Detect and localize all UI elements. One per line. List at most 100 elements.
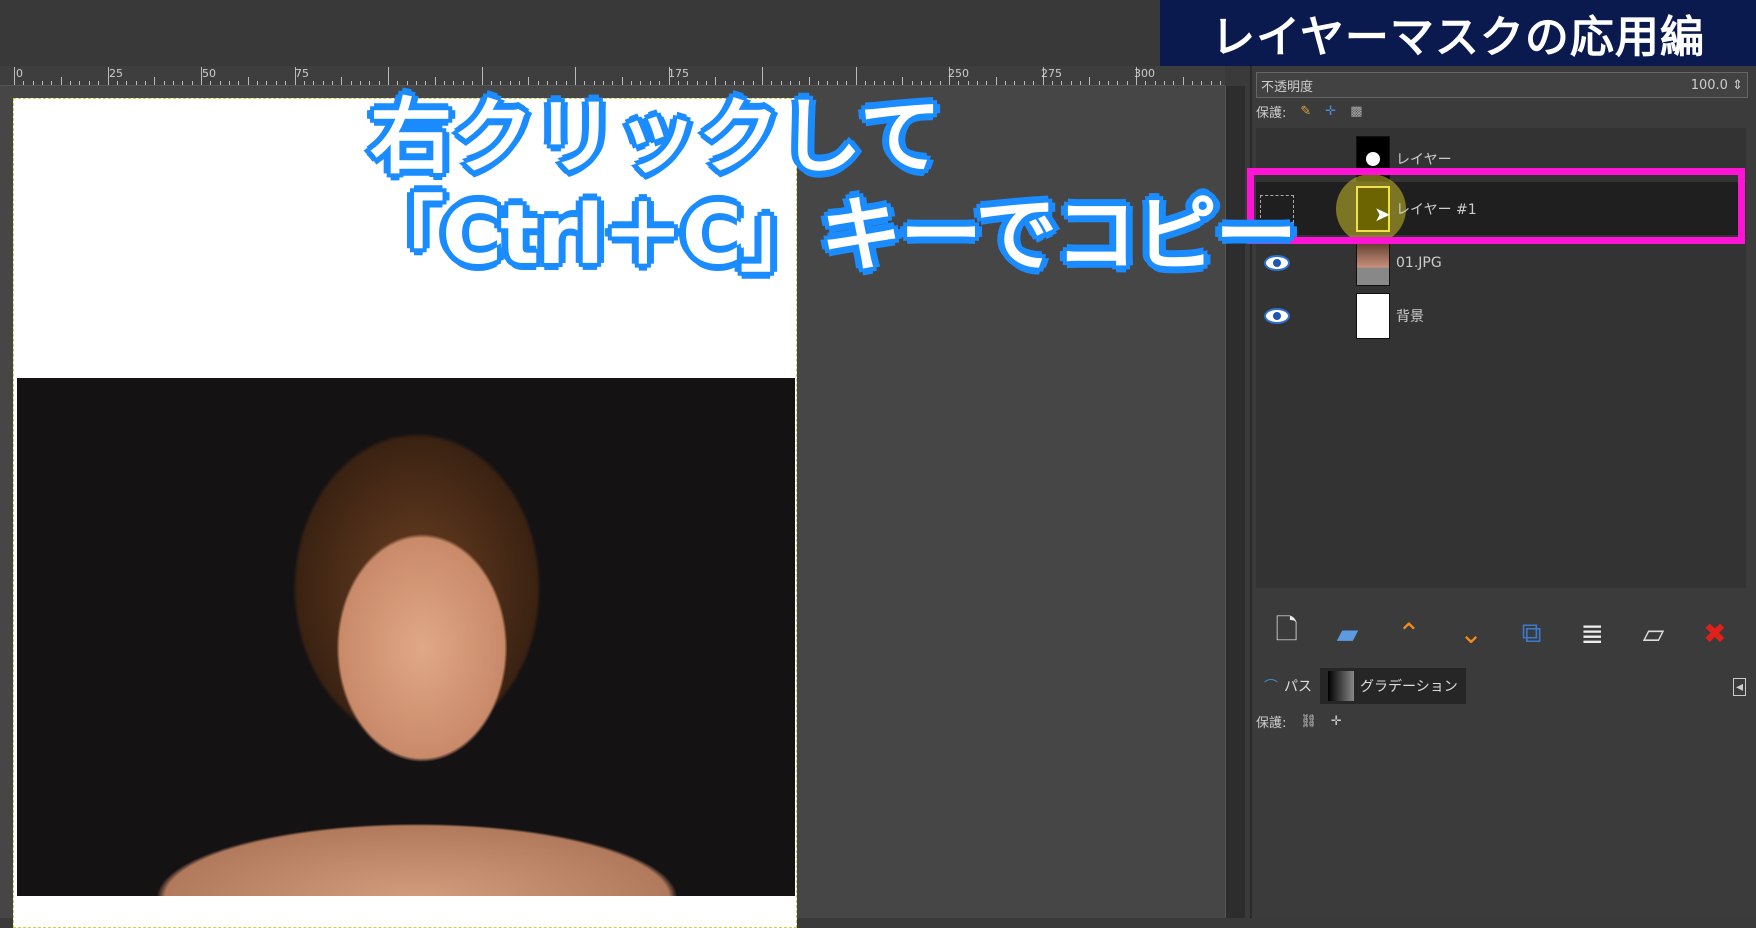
delete-layer-icon[interactable]: ✖ bbox=[1703, 617, 1726, 650]
protect-label: 保護: bbox=[1256, 716, 1287, 731]
layer-buttons: 🗋 ▰ ⌃ ⌄ ⧉ ≣ ▱ ✖ bbox=[1256, 608, 1746, 658]
layer-name: レイヤー bbox=[1396, 151, 1452, 168]
lock-position-icon[interactable]: ✛ bbox=[1325, 104, 1336, 119]
paths-lock-row: 保護: ⛓ ✛ bbox=[1256, 712, 1342, 731]
opacity-spinner[interactable]: 不透明度 100.0 ⇕ bbox=[1256, 72, 1748, 98]
ruler-tick bbox=[322, 81, 324, 85]
ruler-tick bbox=[79, 81, 81, 85]
annotation-highlight-box bbox=[1247, 168, 1745, 244]
ruler-label: 275 bbox=[1041, 67, 1062, 80]
ruler-tick bbox=[303, 81, 305, 85]
ruler-tick bbox=[144, 81, 146, 85]
lock-alpha-icon[interactable]: ▩ bbox=[1350, 104, 1362, 119]
ruler-tick bbox=[1089, 77, 1091, 85]
portrait-photo bbox=[17, 378, 795, 896]
new-layer-group-icon[interactable]: ▰ bbox=[1337, 617, 1359, 650]
ruler-tick bbox=[350, 81, 352, 85]
tab-menu-icon[interactable]: ◂ bbox=[1732, 678, 1746, 696]
ruler-tick bbox=[191, 81, 193, 85]
ruler-tick bbox=[98, 81, 100, 85]
ruler-tick bbox=[70, 81, 72, 85]
ruler-tick bbox=[1051, 81, 1053, 85]
ruler-label: 25 bbox=[109, 67, 123, 80]
ruler-tick bbox=[977, 81, 979, 85]
ruler-tick bbox=[1033, 81, 1035, 85]
ruler-tick bbox=[247, 77, 249, 85]
ruler-tick bbox=[42, 81, 44, 85]
ruler-tick bbox=[182, 81, 184, 85]
ruler-tick bbox=[172, 81, 174, 85]
ruler-tick bbox=[238, 81, 240, 85]
lock-row: 保護: ✎ ✛ ▩ bbox=[1256, 102, 1363, 121]
tab-label: パス bbox=[1284, 679, 1312, 695]
ruler-label: 250 bbox=[948, 67, 969, 80]
tab-paths[interactable]: ⌒ パス bbox=[1256, 668, 1320, 704]
ruler-tick bbox=[116, 81, 118, 85]
caption-line-2: 「Ctrl＋C」キーでコピー bbox=[362, 188, 1297, 283]
ruler-tick bbox=[1192, 81, 1194, 85]
duplicate-layer-icon[interactable]: ⧉ bbox=[1522, 616, 1542, 650]
ruler-tick bbox=[257, 81, 259, 85]
layer-thumbnail bbox=[1356, 292, 1390, 339]
ruler-tick bbox=[154, 77, 156, 85]
layer-thumbnail bbox=[1356, 239, 1390, 286]
ruler-tick bbox=[285, 81, 287, 85]
ruler-tick bbox=[1164, 81, 1166, 85]
dock-tabs: ⌒ パス グラデーション ◂ bbox=[1256, 666, 1746, 704]
ruler-tick bbox=[14, 67, 15, 85]
ruler-tick bbox=[1173, 81, 1175, 85]
ruler-tick bbox=[51, 81, 53, 85]
ruler-label: 50 bbox=[202, 67, 216, 80]
ruler-tick bbox=[1210, 81, 1212, 85]
opacity-label: 不透明度 bbox=[1261, 79, 1314, 95]
ruler-tick bbox=[1070, 81, 1072, 85]
ruler-tick bbox=[1098, 81, 1100, 85]
ruler-tick bbox=[219, 81, 221, 85]
merge-down-icon[interactable]: ≣ bbox=[1580, 617, 1603, 650]
ruler-tick bbox=[1145, 81, 1147, 85]
ruler-tick bbox=[266, 81, 268, 85]
ruler-tick bbox=[126, 81, 128, 85]
ruler-tick bbox=[163, 81, 165, 85]
ruler-tick bbox=[135, 81, 137, 85]
tab-label: グラデーション bbox=[1360, 679, 1458, 695]
ruler-tick bbox=[32, 81, 34, 85]
raise-layer-icon[interactable]: ⌃ bbox=[1397, 617, 1420, 650]
layer-name: 01.JPG bbox=[1396, 254, 1442, 271]
ruler-tick bbox=[967, 81, 969, 85]
ruler-tick bbox=[1182, 77, 1184, 85]
ruler-tick bbox=[60, 77, 62, 85]
ruler-tick bbox=[313, 81, 315, 85]
layer-row[interactable]: 背景 bbox=[1256, 289, 1746, 342]
ruler-tick bbox=[986, 81, 988, 85]
tab-gradients[interactable]: グラデーション bbox=[1320, 668, 1466, 704]
ruler-tick bbox=[1014, 81, 1016, 85]
layer-name: 背景 bbox=[1396, 308, 1424, 325]
ruler-label: 75 bbox=[295, 67, 309, 80]
ruler-tick bbox=[1117, 81, 1119, 85]
opacity-value[interactable]: 100.0 bbox=[1691, 78, 1728, 93]
ruler-tick bbox=[1126, 81, 1128, 85]
ruler-tick bbox=[359, 81, 361, 85]
ruler-label: 0 bbox=[16, 67, 23, 80]
ruler-tick bbox=[1220, 81, 1222, 85]
video-title-banner: レイヤーマスクの応用編 bbox=[1160, 0, 1756, 66]
ruler-tick bbox=[88, 81, 90, 85]
lock-path-icon[interactable]: ⛓ bbox=[1300, 714, 1317, 729]
lock-pixels-icon[interactable]: ✎ bbox=[1300, 104, 1311, 119]
ruler-tick bbox=[275, 81, 277, 85]
eye-icon[interactable] bbox=[1264, 307, 1290, 324]
ruler-tick bbox=[1023, 81, 1025, 85]
new-layer-icon[interactable]: 🗋 bbox=[1275, 609, 1298, 657]
lower-layer-icon[interactable]: ⌄ bbox=[1459, 617, 1482, 650]
layer-mask-icon[interactable]: ▱ bbox=[1643, 617, 1665, 650]
spinner-arrows-icon[interactable]: ⇕ bbox=[1732, 78, 1743, 93]
lock-position-icon[interactable]: ✛ bbox=[1331, 714, 1342, 729]
ruler-label: 300 bbox=[1134, 67, 1155, 80]
ruler-tick bbox=[995, 77, 997, 85]
ruler-tick bbox=[210, 81, 212, 85]
ruler-tick bbox=[1005, 81, 1007, 85]
ruler-tick bbox=[1201, 81, 1203, 85]
ruler-tick bbox=[1107, 81, 1109, 85]
ruler-tick bbox=[1154, 81, 1156, 85]
